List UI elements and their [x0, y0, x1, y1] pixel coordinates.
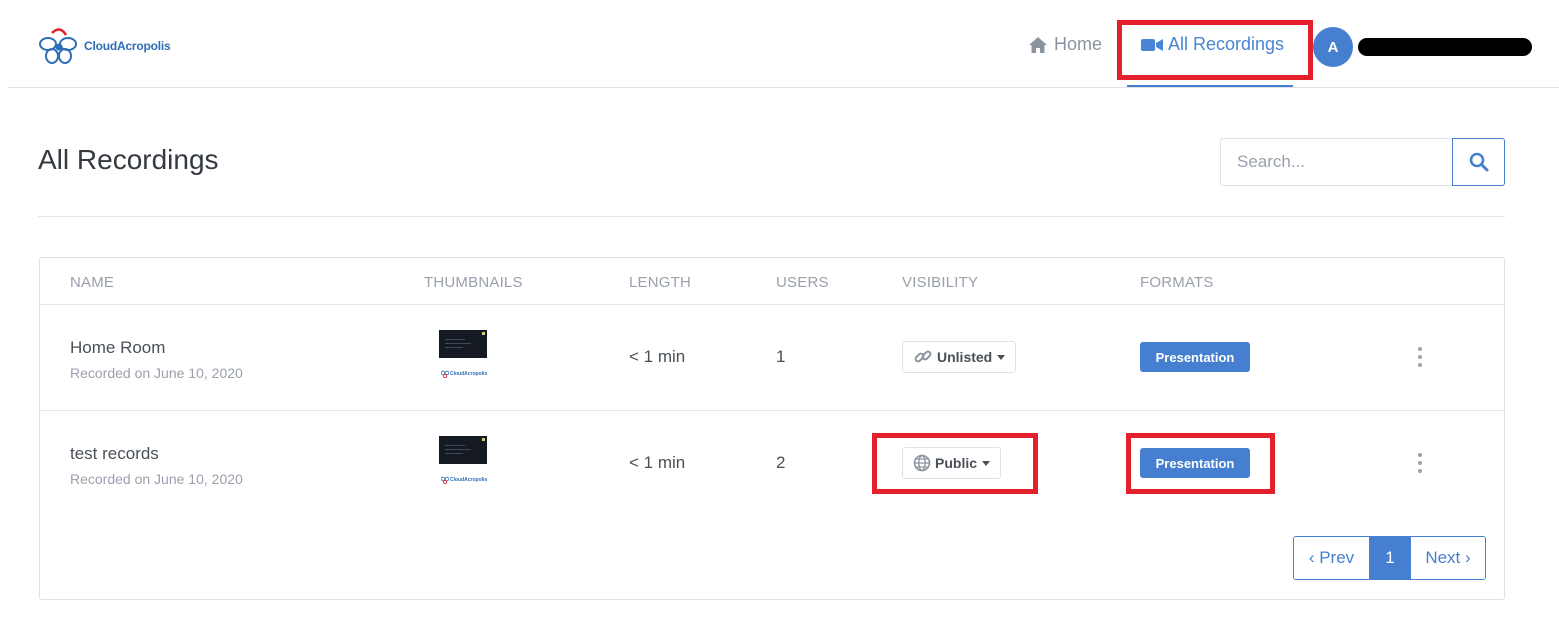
visibility-dropdown[interactable]: Public	[902, 447, 1002, 479]
format-presentation-button[interactable]: Presentation	[1140, 448, 1250, 478]
video-camera-icon	[1141, 38, 1163, 51]
recording-users: 1	[776, 347, 786, 366]
brand-logo[interactable]: CloudAcropolis	[38, 27, 171, 65]
navbar-divider	[8, 87, 1559, 88]
visibility-label: Unlisted	[937, 349, 993, 365]
thumbnail-logo-text: CloudAcropolis	[450, 477, 488, 483]
header-divider	[38, 216, 1505, 217]
search-icon	[1469, 152, 1488, 172]
column-header-formats: FORMATS	[1140, 274, 1214, 291]
more-options-icon[interactable]	[1412, 451, 1428, 475]
column-header-thumbnails: THUMBNAILS	[424, 274, 523, 291]
pagination-prev-button[interactable]: ‹ Prev	[1294, 537, 1370, 579]
recording-thumbnail[interactable]: CloudAcropolis	[439, 330, 487, 386]
pagination: ‹ Prev 1 Next ›	[1293, 536, 1486, 580]
search-input[interactable]	[1220, 138, 1453, 186]
table-row: Home Room Recorded on June 10, 2020 Clou…	[40, 305, 1504, 410]
nav-all-recordings-label: All Recordings	[1168, 34, 1285, 54]
thumbnail-logo: CloudAcropolis	[441, 476, 487, 484]
recording-thumbnail[interactable]: CloudAcropolis	[439, 436, 487, 492]
search-button[interactable]	[1452, 138, 1505, 186]
cloudacropolis-logo-icon	[39, 28, 77, 64]
cloudacropolis-logo-icon	[441, 370, 449, 378]
navbar: CloudAcropolis Home All Recordings A	[0, 0, 1559, 88]
nav-all-recordings-link[interactable]: All Recordings	[1141, 34, 1284, 55]
more-options-icon[interactable]	[1412, 345, 1428, 369]
column-header-visibility: VISIBILITY	[902, 274, 979, 291]
visibility-dropdown[interactable]: Unlisted	[902, 341, 1017, 373]
thumbnail-screen	[439, 436, 487, 464]
nav-home-link[interactable]: Home	[1028, 34, 1102, 55]
recording-date: Recorded on June 10, 2020	[70, 365, 243, 381]
thumbnail-logo-text: CloudAcropolis	[450, 371, 488, 377]
redacted-username	[1358, 38, 1532, 56]
recording-name[interactable]: test records	[70, 444, 159, 464]
column-header-users: USERS	[776, 274, 829, 291]
page-title: All Recordings	[38, 144, 219, 175]
column-header-name: NAME	[70, 274, 115, 291]
table-row: test records Recorded on June 10, 2020 C…	[40, 411, 1504, 516]
link-icon	[914, 350, 932, 363]
user-avatar[interactable]: A	[1313, 27, 1353, 67]
format-presentation-button[interactable]: Presentation	[1140, 342, 1250, 372]
recording-length: < 1 min	[629, 347, 686, 366]
caret-down-icon	[982, 460, 991, 466]
pagination-page-1[interactable]: 1	[1370, 537, 1410, 579]
globe-icon	[913, 454, 931, 472]
recording-name[interactable]: Home Room	[70, 338, 165, 358]
column-header-length: LENGTH	[629, 274, 692, 291]
home-icon	[1029, 36, 1047, 53]
recording-date: Recorded on June 10, 2020	[70, 471, 243, 487]
nav-home-label: Home	[1054, 34, 1103, 54]
recording-length: < 1 min	[629, 453, 686, 472]
thumbnail-screen	[439, 330, 487, 358]
recordings-table: NAME THUMBNAILS LENGTH USERS VISIBILITY …	[39, 257, 1505, 600]
pagination-next-button[interactable]: Next ›	[1410, 537, 1485, 579]
recording-users: 2	[776, 453, 786, 472]
brand-name: CloudAcropolis	[84, 39, 171, 53]
visibility-label: Public	[935, 455, 978, 471]
cloudacropolis-logo-icon	[441, 476, 449, 484]
caret-down-icon	[997, 354, 1006, 360]
thumbnail-logo: CloudAcropolis	[441, 370, 487, 378]
